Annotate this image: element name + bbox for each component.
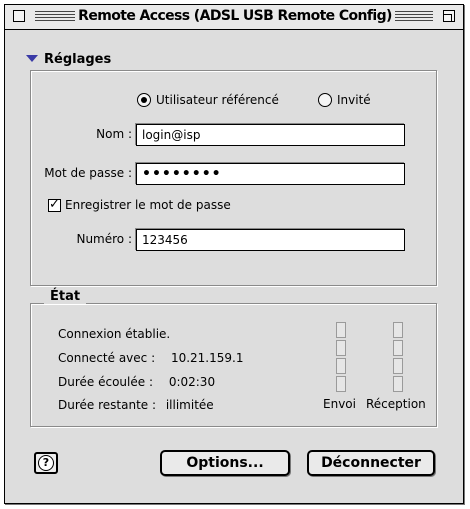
- radio-registered-user[interactable]: Utilisateur référencé: [137, 93, 279, 107]
- elapsed-row: Durée écoulée : 0:02:30: [58, 375, 215, 389]
- settings-disclosure[interactable]: Réglages: [26, 52, 111, 67]
- elapsed-label: Durée écoulée :: [58, 375, 153, 389]
- window-title: Remote Access (ADSL USB Remote Config): [77, 8, 393, 24]
- connected-with-label: Connecté avec :: [58, 351, 156, 365]
- save-password-checkbox[interactable]: ✓ Enregistrer le mot de passe: [48, 198, 231, 212]
- zoom-box[interactable]: [443, 10, 455, 22]
- connected-with-row: Connecté avec : 10.21.159.1: [58, 351, 243, 365]
- receive-label: Réception: [366, 397, 426, 411]
- disconnect-button[interactable]: Déconnecter: [307, 450, 435, 476]
- radio-selected-icon[interactable]: [137, 93, 151, 107]
- password-field[interactable]: ••••••••: [136, 163, 405, 185]
- name-label: Nom :: [96, 127, 132, 141]
- radio-unselected-icon[interactable]: [318, 93, 332, 107]
- save-password-label: Enregistrer le mot de passe: [65, 198, 231, 212]
- radio-guest-label: Invité: [337, 93, 371, 107]
- disclosure-triangle-icon[interactable]: [26, 55, 38, 62]
- remaining-value: illimitée: [165, 398, 214, 412]
- title-bar-stripes: [395, 11, 433, 23]
- receive-led: [393, 376, 403, 392]
- title-bar[interactable]: Remote Access (ADSL USB Remote Config): [5, 5, 463, 30]
- settings-disclosure-label: Réglages: [44, 52, 112, 67]
- number-label: Numéro :: [76, 232, 132, 246]
- receive-activity-meter: [393, 322, 405, 394]
- number-field[interactable]: 123456: [136, 229, 405, 251]
- password-label: Mot de passe :: [44, 166, 132, 180]
- elapsed-value: 0:02:30: [168, 375, 216, 389]
- receive-led: [393, 340, 403, 356]
- name-field[interactable]: login@isp: [136, 124, 405, 146]
- remaining-row: Durée restante : illimitée: [58, 398, 214, 412]
- password-mask: ••••••••: [142, 166, 222, 182]
- help-button[interactable]: ?: [34, 452, 58, 474]
- help-icon: ?: [38, 455, 54, 471]
- radio-guest[interactable]: Invité: [318, 93, 371, 107]
- title-bar-stripes: [35, 11, 75, 23]
- options-button[interactable]: Options...: [160, 450, 290, 476]
- checkmark-icon[interactable]: ✓: [48, 198, 61, 212]
- receive-led: [393, 322, 403, 338]
- send-led: [336, 376, 346, 392]
- send-led: [336, 322, 346, 338]
- send-led: [336, 340, 346, 356]
- close-box[interactable]: [13, 10, 25, 22]
- send-led: [336, 358, 346, 374]
- remaining-label: Durée restante :: [58, 398, 157, 412]
- connection-status: Connexion établie.: [58, 327, 171, 341]
- send-activity-meter: [336, 322, 348, 394]
- connected-with-value: 10.21.159.1: [170, 351, 244, 365]
- state-legend: État: [44, 289, 87, 304]
- receive-led: [393, 358, 403, 374]
- send-label: Envoi: [323, 397, 356, 411]
- radio-registered-user-label: Utilisateur référencé: [156, 93, 279, 107]
